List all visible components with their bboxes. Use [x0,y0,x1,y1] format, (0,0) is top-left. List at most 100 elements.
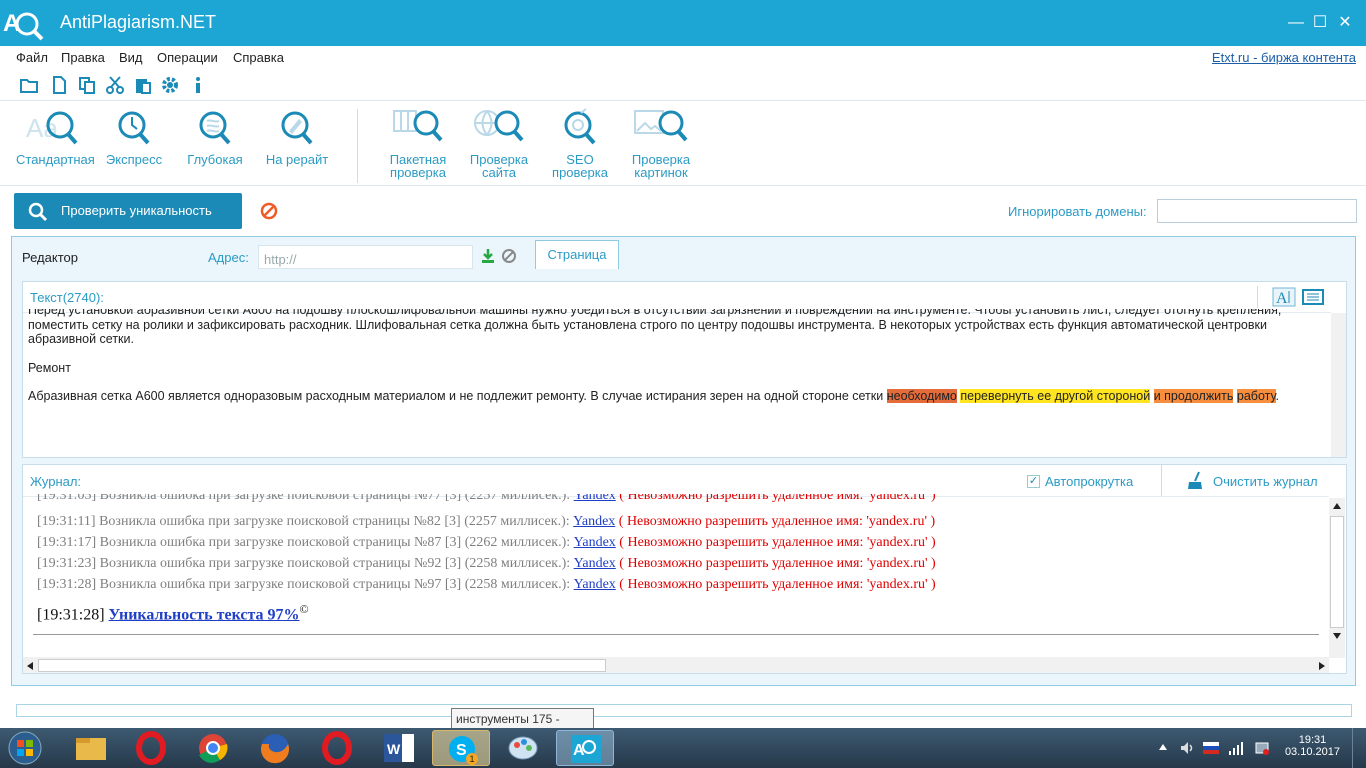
ignore-domains-input[interactable] [1157,199,1357,223]
download-icon[interactable] [480,248,496,264]
paint-icon[interactable] [494,730,552,766]
yandex-link[interactable]: Yandex [574,535,616,550]
log-horizontal-scroll-thumb[interactable] [38,659,606,672]
tray-expand-icon[interactable] [1158,743,1168,751]
svg-text:Aa: Aa [26,113,58,143]
standard-check-button[interactable]: Aa Стандартная [16,107,95,167]
check-uniqueness-label: Проверить уникальность [61,203,212,218]
site-check-label-2: сайта [481,165,517,180]
standard-check-icon: Aa [26,111,78,145]
action-center-icon[interactable] [1254,740,1270,756]
clock-date: 03.10.2017 [1284,746,1340,758]
antiplagiarism-taskbar-item[interactable]: A [556,730,614,766]
text-header-separator [1257,286,1258,308]
seo-check-button[interactable]: SEO проверка [548,107,612,179]
scroll-left-arrow-icon[interactable] [26,661,34,671]
new-file-icon[interactable] [49,75,69,95]
scroll-down-arrow-icon[interactable] [1332,632,1342,640]
settings-gear-icon[interactable] [160,75,180,95]
tab-page[interactable]: Страница [535,240,619,269]
ignore-domains-label: Игнорировать домены: [1008,204,1147,219]
log-vertical-scrollbar[interactable] [1329,498,1345,658]
progress-bar [16,704,1352,717]
scroll-right-arrow-icon[interactable] [1318,661,1326,671]
maximize-button[interactable]: ☐ [1309,12,1331,34]
rewrite-check-button[interactable]: На рерайт [263,107,331,166]
title-bar: A AntiPlagiarism.NET — ☐ ✕ [0,0,1366,46]
info-icon[interactable] [188,75,208,95]
yandex-link[interactable]: Yandex [573,514,615,529]
yandex-link[interactable]: Yandex [574,556,616,571]
skype-icon: S [449,736,475,762]
start-button-icon[interactable] [6,730,44,766]
skype-taskbar-item[interactable]: S 1 [432,730,490,766]
toolbar [0,70,1366,100]
firefox-icon[interactable] [246,730,304,766]
log-line: [19:31:05] Возникла ошибка при загрузке … [37,494,936,507]
broom-icon[interactable] [1186,471,1206,491]
text-paragraph-2-end: . [1275,389,1279,404]
chrome-icon[interactable] [184,730,242,766]
cancel-load-icon[interactable] [501,248,517,264]
system-clock[interactable]: 19:31 03.10.2017 [1285,734,1340,758]
deep-check-icon [199,111,231,145]
network-signal-icon[interactable] [1228,740,1244,756]
text-editor-body[interactable]: Перед установкой абразивной сетки А600 н… [28,309,1328,449]
etxt-link[interactable]: Etxt.ru - биржа контента [1212,50,1356,65]
menu-edit[interactable]: Правка [61,50,105,65]
windows-explorer-icon[interactable] [62,730,120,766]
site-check-button[interactable]: Проверка сайта [467,107,531,179]
text-paragraph-1: Перед установкой абразивной сетки А600 н… [28,309,1282,347]
autoscroll-checkbox[interactable]: ✓ [1027,475,1040,488]
image-check-icon [634,110,688,142]
svg-text:A: A [1276,290,1288,307]
menu-help[interactable]: Справка [233,50,284,65]
seo-check-label-2: проверка [552,165,608,180]
scroll-up-arrow-icon[interactable] [1332,502,1342,510]
volume-icon[interactable] [1179,740,1195,756]
log-line: [19:31:28] Возникла ошибка при загрузке … [37,577,936,592]
standard-check-label: Стандартная [16,152,95,167]
show-desktop-button[interactable] [1352,728,1366,768]
yandex-link[interactable]: Yandex [574,577,616,592]
opera-icon[interactable] [122,730,180,766]
log-divider [33,634,1319,635]
minimize-button[interactable]: — [1285,12,1307,34]
open-folder-icon[interactable] [19,75,39,95]
close-button[interactable]: ✕ [1334,12,1356,34]
ribbon-separator [357,109,358,183]
language-flag-icon[interactable] [1203,742,1219,754]
word-icon[interactable]: W [370,730,428,766]
batch-check-label-2: проверка [390,165,446,180]
uniqueness-result-link[interactable]: Уникальность текста 97% [109,606,300,623]
deep-check-button[interactable]: Глубокая [183,107,247,166]
list-view-icon[interactable] [1302,289,1324,305]
yandex-link[interactable]: Yandex [574,494,616,503]
paste-icon[interactable] [133,75,153,95]
highlight-fragment-3: и продолжить [1153,389,1234,404]
text-vertical-scrollbar[interactable] [1331,313,1346,457]
log-header-separator [1161,464,1162,497]
batch-check-icon [393,110,443,142]
clear-log-button[interactable]: Очистить журнал [1213,474,1318,489]
menu-file[interactable]: Файл [16,50,48,65]
cut-icon[interactable] [105,75,125,95]
clock-time: 19:31 [1298,734,1327,746]
tab-editor[interactable]: Редактор [22,250,78,265]
text-paragraph-2: Абразивная сетка А600 является одноразов… [28,389,1328,404]
batch-check-button[interactable]: Пакетная проверка [386,107,450,179]
font-view-icon[interactable]: A [1272,287,1296,307]
stop-icon[interactable] [260,202,278,220]
copy-icon[interactable] [77,75,97,95]
image-check-button[interactable]: Проверка картинок [629,107,693,179]
menu-operations[interactable]: Операции [157,50,218,65]
express-check-button[interactable]: Экспресс [101,107,167,166]
image-check-label-2: картинок [634,165,688,180]
address-input[interactable]: http:// [258,245,473,269]
check-uniqueness-button[interactable]: Проверить уникальность [14,193,242,229]
opera-red-icon[interactable] [308,730,366,766]
address-label: Адрес: [208,250,249,265]
log-vertical-scroll-thumb[interactable] [1330,516,1344,628]
menu-view[interactable]: Вид [119,50,143,65]
svg-text:W: W [387,741,401,757]
